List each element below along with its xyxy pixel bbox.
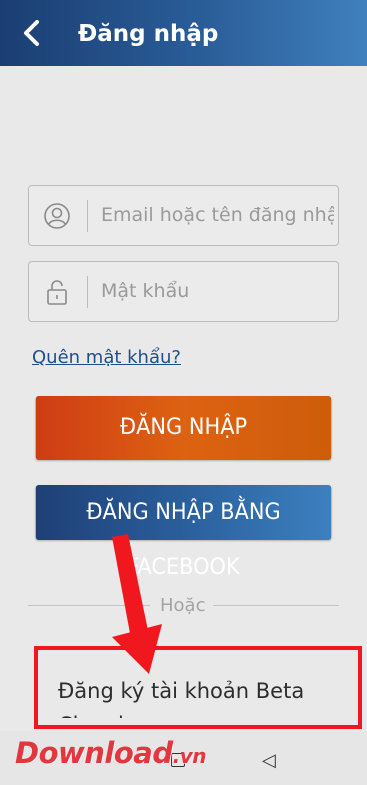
or-text: Hoặc bbox=[160, 595, 206, 616]
field-divider bbox=[87, 276, 88, 308]
field-divider bbox=[87, 200, 88, 232]
chevron-left-icon[interactable] bbox=[18, 19, 46, 47]
user-icon bbox=[44, 203, 70, 229]
password-placeholder: Mật khẩu bbox=[101, 280, 190, 302]
password-field[interactable]: Mật khẩu bbox=[28, 261, 339, 322]
or-divider-left bbox=[28, 605, 150, 606]
email-field[interactable]: Email hoặc tên đăng nhập bbox=[28, 185, 339, 246]
login-button[interactable]: ĐĂNG NHẬP bbox=[35, 396, 332, 460]
forgot-password-link[interactable]: Quên mật khẩu? bbox=[32, 347, 181, 368]
lock-icon bbox=[47, 280, 67, 305]
page-title: Đăng nhập bbox=[78, 21, 219, 47]
facebook-login-button[interactable]: ĐĂNG NHẬP BẰNG FACEBOOK bbox=[35, 485, 332, 580]
back-triangle-icon[interactable]: ◁ bbox=[262, 750, 276, 770]
or-divider-right bbox=[213, 605, 339, 606]
watermark-logo: Download.vn bbox=[15, 736, 207, 770]
highlight-box bbox=[34, 646, 362, 729]
app-header: Đăng nhập bbox=[0, 0, 367, 66]
email-placeholder: Email hoặc tên đăng nhập bbox=[101, 204, 334, 226]
